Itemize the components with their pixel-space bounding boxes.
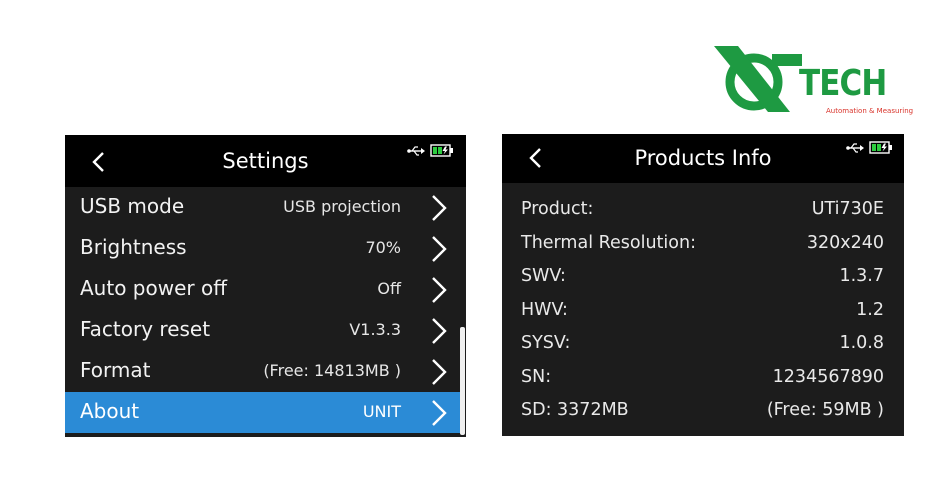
chevron-right-icon [432,277,447,303]
menu-item-label: Brightness [80,235,187,259]
chevron-right-icon [432,236,447,262]
page-title: Settings [222,149,309,173]
info-key: HWV: [521,299,568,320]
info-row-sn: SN: 1234567890 [502,361,904,395]
menu-item-label: Auto power off [80,276,227,300]
chevron-right-icon [432,400,447,426]
info-value: UTi730E [811,199,884,219]
info-value: (Free: 59MB ) [766,400,884,420]
info-row-thermal-resolution: Thermal Resolution: 320x240 [502,227,904,261]
status-bar [407,144,454,157]
menu-item-value: (Free: 14813MB ) [263,361,401,380]
chevron-right-icon [432,318,447,344]
info-value: 1234567890 [772,366,884,387]
info-row-sysv: SYSV: 1.0.8 [502,327,904,361]
battery-charging-icon [430,144,453,157]
menu-item-about[interactable]: About UNIT [65,392,461,433]
menu-item-format[interactable]: Format (Free: 14813MB ) [65,351,461,392]
menu-item-value: UNIT [362,402,401,421]
menu-item-value: V1.3.3 [349,320,401,339]
usb-icon [846,142,864,153]
menu-item-value: USB projection [283,197,401,216]
battery-charging-icon [869,141,892,154]
chevron-right-icon [432,359,447,385]
info-row-sd: SD: 3372MB (Free: 59MB ) [502,394,904,428]
menu-item-auto-power-off[interactable]: Auto power off Off [65,269,461,310]
info-value: 1.2 [856,299,884,320]
logo-tagline: Automation & Measuring [826,107,914,115]
menu-item-label: Factory reset [80,317,211,341]
page-title: Products Info [634,146,772,170]
menu-item-label: About [80,399,140,423]
menu-item-factory-reset[interactable]: Factory reset V1.3.3 [65,310,461,351]
menu-item-brightness[interactable]: Brightness 70% [65,228,461,269]
scrollbar[interactable] [460,327,465,435]
menu-item-label: Format [80,358,151,382]
products-info-screen: Products Info Product: UTi730E Thermal R… [502,134,904,436]
menu-item-value: Off [377,279,401,298]
logo-text: TECH [799,63,887,104]
menu-item-usb-mode[interactable]: USB mode USB projection [65,187,461,228]
info-value: 1.0.8 [839,333,884,353]
settings-screen: Settings USB mode USB projection Brightn… [65,135,466,437]
settings-header: Settings [65,135,466,187]
info-key: SN: [521,366,552,387]
info-key: SD: 3372MB [521,400,629,420]
info-row-product: Product: UTi730E [502,193,904,227]
info-key: SYSV: [521,333,571,353]
status-bar [846,141,893,154]
menu-item-label: USB mode [80,194,185,218]
info-value: 320x240 [806,232,884,253]
chevron-right-icon [432,195,447,221]
menu-item-value: 70% [365,238,401,257]
info-key: SWV: [521,266,566,286]
info-row-swv: SWV: 1.3.7 [502,260,904,294]
info-value: 1.3.7 [839,266,884,286]
settings-menu: USB mode USB projection Brightness 70% A… [65,187,461,433]
info-key: Product: [521,199,594,219]
products-info-header: Products Info [502,134,904,183]
usb-icon [407,145,425,156]
info-key: Thermal Resolution: [521,232,696,253]
product-info-list: Product: UTi730E Thermal Resolution: 320… [502,193,904,428]
info-row-hwv: HWV: 1.2 [502,294,904,328]
